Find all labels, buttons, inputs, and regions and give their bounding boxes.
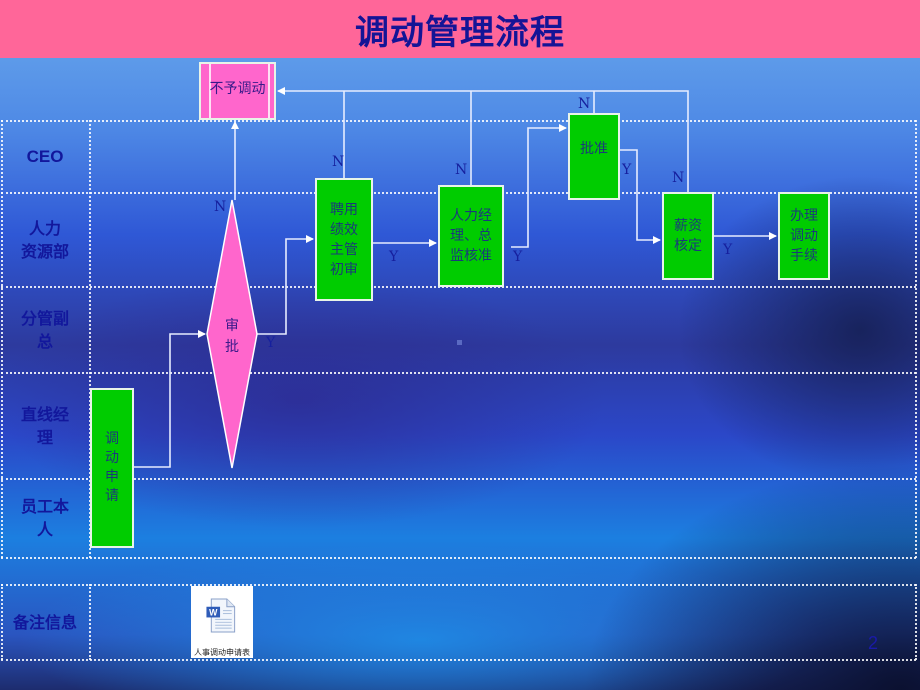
word-document-icon: W xyxy=(206,598,236,633)
node-process-transfer-label: 办理 调动 手续 xyxy=(790,208,818,264)
footer-column-divider xyxy=(89,584,91,660)
node-reject-label: 不予调动 xyxy=(209,81,266,97)
lane-divider xyxy=(1,372,916,374)
attachment-caption: 人事调动申请表 xyxy=(194,648,250,657)
node-salary-check[interactable]: 薪资 核定 xyxy=(662,192,714,280)
center-marker xyxy=(457,340,462,345)
node-apply-label: 调 动 申 请 xyxy=(105,431,119,504)
branch-label-yes: Y xyxy=(266,335,276,351)
lane-label-vp: 分管副 总 xyxy=(20,308,69,351)
grid-border-right xyxy=(915,120,917,558)
node-apply[interactable]: 调 动 申 请 xyxy=(90,388,134,548)
branch-label-no: N xyxy=(214,199,227,215)
attachment-document[interactable]: W 人事调动申请表 xyxy=(191,586,253,658)
lane-divider xyxy=(1,557,916,559)
branch-label-no: N xyxy=(672,170,685,186)
reject-stripe xyxy=(268,64,270,118)
connector-layer xyxy=(134,87,777,469)
branch-label-yes: Y xyxy=(513,249,523,265)
page-title: 调动管理流程 xyxy=(355,12,565,53)
branch-label-yes: Y xyxy=(723,242,733,258)
page-number: 2 xyxy=(868,633,879,653)
connector-hr-yes-to-ceo xyxy=(511,124,567,248)
branch-label-no: N xyxy=(332,154,345,170)
node-ceo-approval-label: 批准 xyxy=(580,140,608,157)
footer-divider xyxy=(1,584,916,586)
lane-label-ceo: CEO xyxy=(26,147,64,166)
node-process-transfer[interactable]: 办理 调动 手续 xyxy=(778,192,830,280)
lane-label-hr: 人力 资源部 xyxy=(20,218,69,261)
lane-divider xyxy=(1,478,916,480)
title-bar: 调动管理流程 xyxy=(0,0,920,58)
svg-text:W: W xyxy=(209,608,218,618)
footer-label-notes: 备注信息 xyxy=(12,612,77,632)
branch-label-no: N xyxy=(578,96,591,112)
footer-border-right xyxy=(915,584,917,660)
connector-apply-to-review xyxy=(134,330,206,468)
node-salary-check-label: 薪资 核定 xyxy=(674,218,702,254)
node-hiring-review[interactable]: 聘用 绩效 主管 初审 xyxy=(315,178,373,301)
node-hiring-review-label: 聘用 绩效 主管 初审 xyxy=(330,201,358,278)
footer-divider xyxy=(1,659,916,661)
branch-label-no: N xyxy=(455,162,468,178)
node-hr-approval[interactable]: 人力经 理、总 监核准 xyxy=(438,185,504,287)
branch-label-yes: Y xyxy=(389,249,399,265)
branch-label-yes: Y xyxy=(622,162,632,178)
lane-divider xyxy=(1,120,916,122)
node-ceo-approval[interactable]: 批准 xyxy=(568,113,620,200)
node-review-decision-label: 审 批 xyxy=(225,318,239,355)
node-hr-approval-label: 人力经 理、总 监核准 xyxy=(450,208,492,264)
lane-label-line-manager: 直线经 理 xyxy=(20,404,69,447)
node-reject[interactable]: 不予调动 xyxy=(199,62,276,120)
lane-label-employee: 员工本 人 xyxy=(20,497,69,539)
